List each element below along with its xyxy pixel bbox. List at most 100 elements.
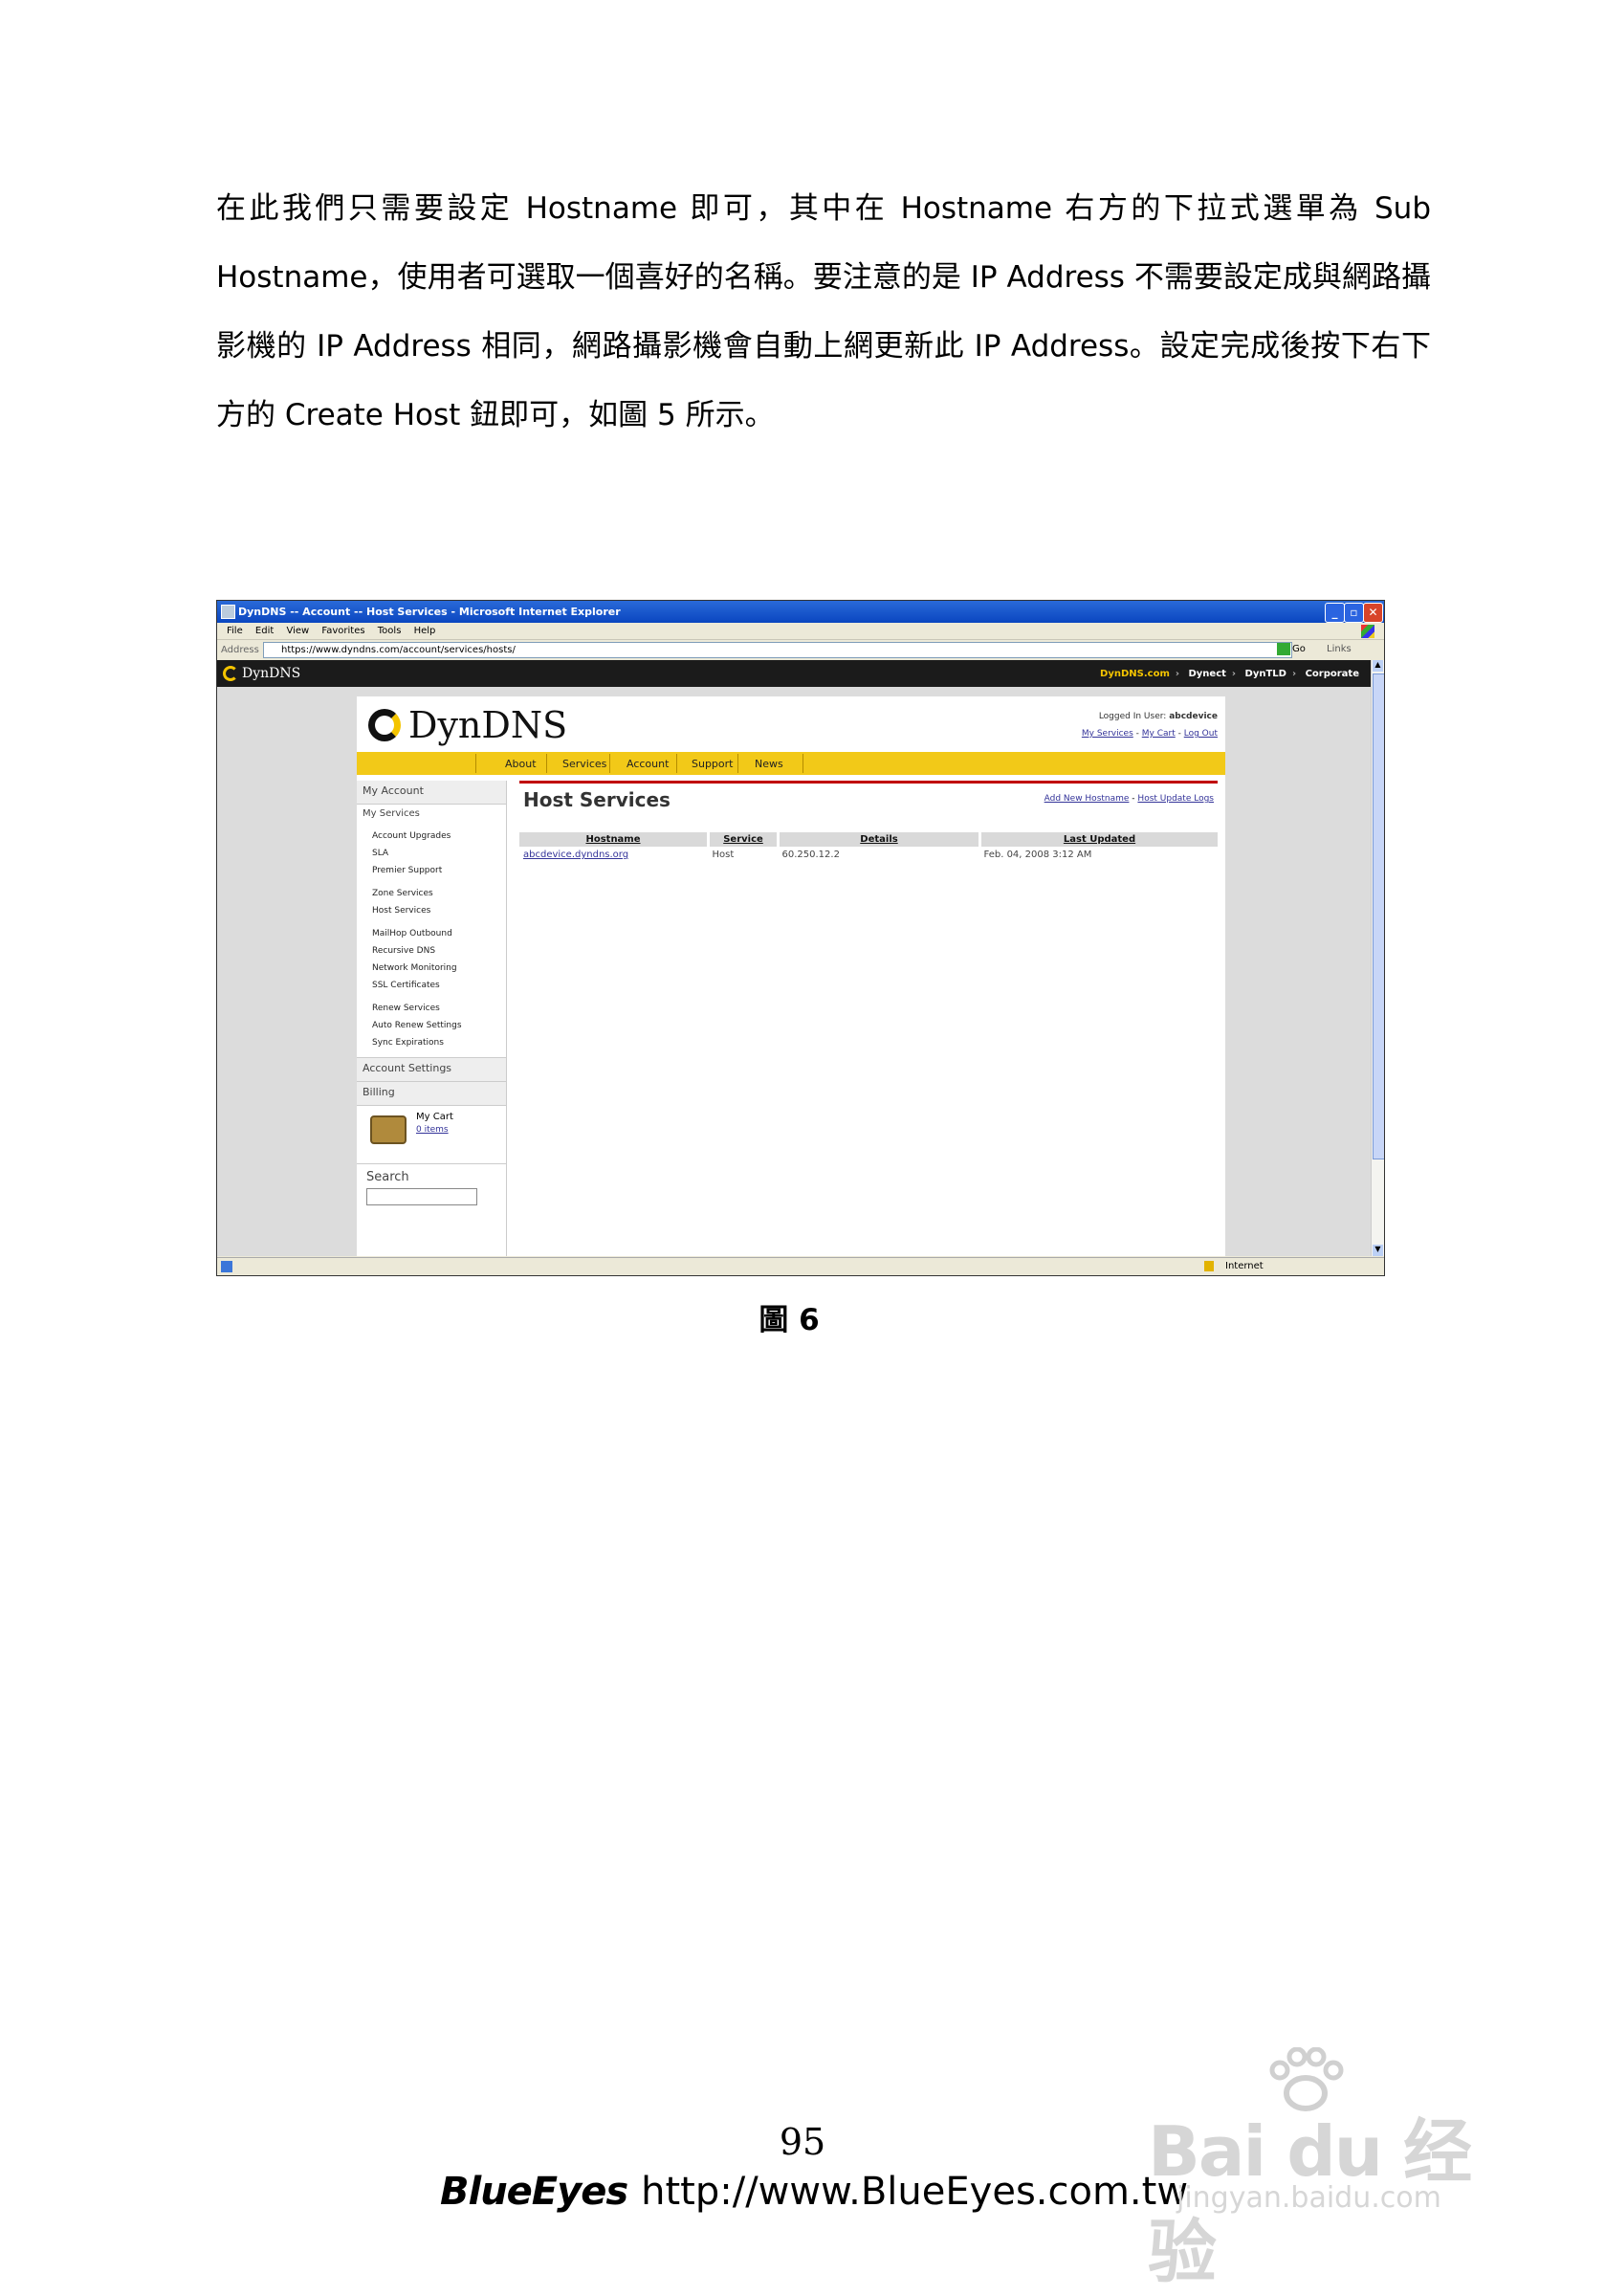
tab-account[interactable]: Account [627, 758, 669, 770]
lock-icon [1204, 1261, 1214, 1271]
host-links: Add New Hostname - Host Update Logs [1044, 794, 1214, 804]
last-updated-cell: Feb. 04, 2008 3:12 AM [983, 850, 1092, 860]
sidebar-search: Search [357, 1164, 506, 1211]
sidebar-item-auto-renew-settings[interactable]: Auto Renew Settings [357, 1017, 506, 1034]
log-out-link[interactable]: Log Out [1184, 729, 1218, 739]
dyndns-logo-icon [368, 709, 401, 741]
sidebar-billing[interactable]: Billing [357, 1082, 506, 1106]
tab-services[interactable]: Services [562, 758, 606, 770]
go-button[interactable]: Go [1292, 644, 1306, 654]
host-update-logs-link[interactable]: Host Update Logs [1137, 794, 1214, 804]
column-details[interactable]: Details [777, 832, 980, 847]
top-nav: DynDNS.com › Dynect › DynTLD › Corporate [1100, 669, 1359, 679]
footer-brand: BlueEyes [440, 2170, 628, 2214]
menu-edit[interactable]: Edit [255, 626, 274, 636]
maximize-button[interactable]: ▫ [1344, 603, 1364, 623]
column-service[interactable]: Service [707, 832, 779, 847]
sidebar-item-sla[interactable]: SLA [357, 845, 506, 862]
sidebar-item-sync-expirations[interactable]: Sync Expirations [357, 1034, 506, 1051]
footer-url[interactable]: http://www.BlueEyes.com.tw [641, 2170, 1188, 2214]
sidebar: My Account My Services Account Upgrades … [357, 781, 507, 1256]
vertical-scrollbar[interactable]: ▲ ▼ [1371, 660, 1384, 1256]
security-zone: Internet [1225, 1261, 1264, 1271]
minimize-button[interactable]: _ [1325, 603, 1345, 623]
page-icon [221, 1261, 232, 1272]
login-info: Logged In User: abcdevice My Services - … [1081, 712, 1218, 739]
menu-favorites[interactable]: Favorites [321, 626, 364, 636]
figure-caption: 圖 6 [759, 1303, 820, 1337]
my-cart-link[interactable]: My Cart [1142, 729, 1176, 739]
search-label: Search [366, 1170, 409, 1184]
menu-view[interactable]: View [286, 626, 309, 636]
scroll-up-icon[interactable]: ▲ [1373, 660, 1383, 672]
logged-in-user: abcdevice [1169, 712, 1218, 721]
hosts-table: Hostname Service Details Last Updated ab… [519, 832, 1218, 863]
my-cart-box[interactable]: My Cart 0 items [357, 1106, 506, 1164]
top-nav-corporate[interactable]: Corporate [1306, 669, 1359, 679]
site-logo[interactable]: DynDNS [368, 704, 567, 746]
column-last-updated[interactable]: Last Updated [978, 832, 1218, 847]
sidebar-my-services[interactable]: My Services [357, 805, 506, 828]
details-cell: 60.250.12.2 [781, 850, 840, 860]
paragraph-line-1: 在此我們只需要設定 Hostname 即可，其中在 Hostname 右方的下拉… [216, 191, 1431, 226]
address-bar: Address https://www.dyndns.com/account/s… [217, 640, 1384, 661]
ie-icon [221, 605, 235, 619]
scroll-down-icon[interactable]: ▼ [1373, 1245, 1383, 1256]
logged-in-label: Logged In User: [1098, 712, 1167, 721]
close-button[interactable]: ✕ [1363, 603, 1383, 623]
sidebar-item-account-upgrades[interactable]: Account Upgrades [357, 828, 506, 845]
menu-tools[interactable]: Tools [378, 626, 402, 636]
sidebar-item-premier-support[interactable]: Premier Support [357, 862, 506, 879]
top-nav-dynect[interactable]: Dynect [1188, 669, 1225, 679]
column-hostname[interactable]: Hostname [519, 832, 709, 847]
window-title: DynDNS -- Account -- Host Services - Mic… [238, 606, 621, 618]
menu-bar: File Edit View Favorites Tools Help [217, 623, 1384, 640]
top-nav-dyntld[interactable]: DynTLD [1245, 669, 1286, 679]
title-bar: DynDNS -- Account -- Host Services - Mic… [217, 601, 1384, 623]
links-button[interactable]: Links [1327, 644, 1352, 654]
sidebar-account-settings[interactable]: Account Settings [357, 1057, 506, 1082]
search-input[interactable] [366, 1188, 477, 1205]
page-title: Host Services [523, 788, 671, 811]
dyndns-page: DynDNS Logged In User: abcdevice My Serv… [357, 696, 1225, 1256]
cart-title[interactable]: My Cart [416, 1112, 453, 1122]
tab-about[interactable]: About [505, 758, 537, 770]
sidebar-item-network-monitoring[interactable]: Network Monitoring [357, 960, 506, 977]
top-logo[interactable]: DynDNS [242, 666, 300, 681]
sidebar-item-host-services[interactable]: Host Services [357, 902, 506, 919]
baidu-watermark: Bai du 经验 jingyan.baidu.com [1138, 2038, 1521, 2292]
paragraph-line-2: Hostname，使用者可選取一個喜好的名稱。要注意的是 IP Address … [216, 260, 1431, 295]
dyndns-logo-icon [223, 666, 238, 681]
status-bar: Internet [217, 1257, 1384, 1275]
go-arrow-icon[interactable] [1277, 643, 1290, 655]
top-nav-dyndns[interactable]: DynDNS.com [1100, 669, 1170, 679]
service-cell: Host [712, 850, 735, 860]
scroll-thumb[interactable] [1373, 673, 1384, 1159]
menu-help[interactable]: Help [414, 626, 436, 636]
table-row: abcdevice.dyndns.org Host 60.250.12.2 Fe… [519, 847, 1218, 863]
sidebar-item-zone-services[interactable]: Zone Services [357, 885, 506, 902]
sidebar-item-renew-services[interactable]: Renew Services [357, 1000, 506, 1017]
sidebar-my-account[interactable]: My Account [357, 781, 506, 805]
paragraph-line-3: 影機的 IP Address 相同，網路攝影機會自動上網更新此 IP Addre… [216, 329, 1431, 364]
title-rule [519, 781, 1218, 784]
menu-file[interactable]: File [227, 626, 243, 636]
sidebar-item-ssl-certificates[interactable]: SSL Certificates [357, 977, 506, 994]
cart-items-link[interactable]: 0 items [416, 1125, 449, 1135]
hostname-cell[interactable]: abcdevice.dyndns.org [519, 847, 709, 863]
add-new-hostname-link[interactable]: Add New Hostname [1044, 794, 1130, 804]
dyn-top-bar: DynDNS DynDNS.com › Dynect › DynTLD › Corpo… [217, 660, 1371, 687]
address-input[interactable]: https://www.dyndns.com/account/services/… [263, 642, 1292, 658]
tab-support[interactable]: Support [692, 758, 733, 770]
page-viewport: DynDNS Logged In User: abcdevice My Serv… [217, 687, 1371, 1256]
sidebar-item-recursive-dns[interactable]: Recursive DNS [357, 942, 506, 960]
shopping-cart-icon [370, 1115, 407, 1144]
paragraph-line-4: 方的 Create Host 鈕即可，如圖 5 所示。 [216, 398, 775, 432]
tab-news[interactable]: News [755, 758, 783, 770]
windows-logo-icon [1361, 625, 1374, 638]
my-services-link[interactable]: My Services [1082, 729, 1133, 739]
sidebar-item-mailhop-outbound[interactable]: MailHop Outbound [357, 925, 506, 942]
watermark-url: jingyan.baidu.com [1176, 2181, 1441, 2215]
main-tabs: About Services Account Support News [357, 752, 1225, 775]
footer: BlueEyes http://www.BlueEyes.com.tw [440, 2170, 1188, 2214]
